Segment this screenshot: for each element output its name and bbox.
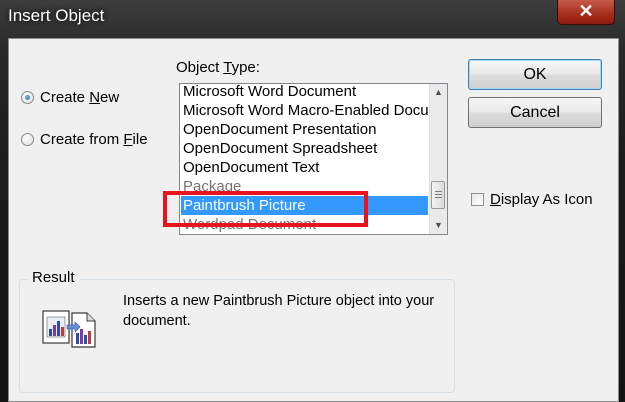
cancel-button[interactable]: Cancel: [468, 97, 602, 128]
create-new-option[interactable]: Create New: [21, 89, 119, 106]
list-item[interactable]: OpenDocument Text: [183, 158, 428, 177]
scroll-up-arrow-icon[interactable]: ▲: [430, 84, 447, 101]
list-scrollbar[interactable]: ▲ ▼: [429, 84, 447, 234]
grip-line: [435, 194, 442, 195]
scroll-down-arrow-icon[interactable]: ▼: [430, 217, 447, 234]
create-from-file-option[interactable]: Create from File: [21, 131, 148, 148]
list-item[interactable]: Microsoft Word Macro-Enabled Docu: [183, 101, 428, 120]
create-from-file-radio[interactable]: [21, 133, 34, 146]
grip-line: [435, 191, 442, 192]
display-as-icon-label: Display As Icon: [490, 191, 593, 208]
dialog-body: Create New Create from File Object Type:…: [8, 38, 619, 402]
list-item[interactable]: OpenDocument Spreadsheet: [183, 139, 428, 158]
close-button[interactable]: ✕: [557, 0, 615, 25]
close-icon: ✕: [578, 1, 594, 21]
window-title: Insert Object: [8, 6, 105, 25]
ok-button[interactable]: OK: [468, 59, 602, 90]
object-type-label: Object Type:: [176, 59, 260, 76]
grip-line: [435, 197, 442, 198]
create-new-label: Create New: [40, 89, 120, 106]
create-new-radio[interactable]: [21, 91, 34, 104]
result-group-label: Result: [27, 269, 80, 286]
list-item[interactable]: OpenDocument Presentation: [183, 120, 428, 139]
dialog-window: Insert Object ✕ Create New Create from F…: [0, 0, 625, 402]
scroll-thumb[interactable]: [431, 181, 445, 209]
result-description: Inserts a new Paintbrush Picture object …: [123, 293, 435, 329]
display-as-icon-option[interactable]: Display As Icon: [471, 191, 593, 208]
list-item[interactable]: Microsoft Word Document: [183, 84, 428, 101]
create-from-file-label: Create from File: [40, 131, 148, 148]
insert-object-icon: [42, 310, 96, 348]
display-as-icon-checkbox[interactable]: [471, 193, 484, 206]
annotation-highlight-box: [163, 191, 368, 227]
